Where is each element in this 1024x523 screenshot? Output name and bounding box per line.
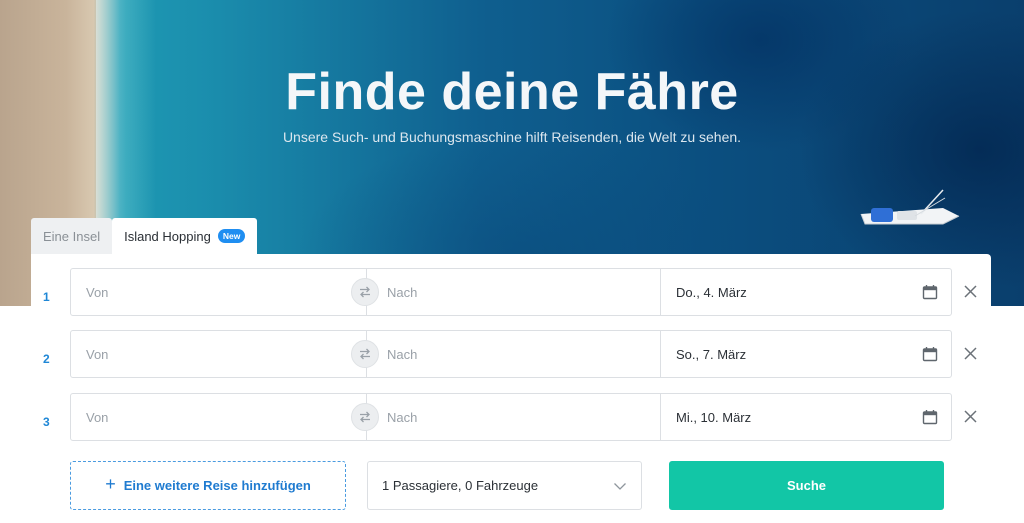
to-field[interactable]: Nach xyxy=(387,331,417,377)
boat-icon xyxy=(860,189,960,225)
field-divider xyxy=(660,331,661,377)
search-button[interactable]: Suche xyxy=(669,461,944,510)
field-divider xyxy=(660,394,661,440)
date-field[interactable]: So., 7. März xyxy=(676,331,746,377)
from-field[interactable]: Von xyxy=(86,394,108,440)
add-trip-button[interactable]: + Eine weitere Reise hinzufügen xyxy=(70,461,346,510)
passengers-value: 1 Passagiere, 0 Fahrzeuge xyxy=(382,478,539,493)
tab-label: Eine Insel xyxy=(43,228,101,244)
to-field[interactable]: Nach xyxy=(387,394,417,440)
search-label: Suche xyxy=(786,478,826,493)
swap-button[interactable] xyxy=(351,403,379,431)
remove-trip-button[interactable] xyxy=(961,407,979,425)
trip-fields: Von Nach Mi., 10. März xyxy=(70,393,952,441)
tab-eine-insel[interactable]: Eine Insel xyxy=(31,218,113,254)
add-trip-label: Eine weitere Reise hinzufügen xyxy=(123,478,311,493)
trip-type-tabs: Eine Insel Island Hopping New xyxy=(31,218,258,254)
from-field[interactable]: Von xyxy=(86,269,108,315)
passengers-select[interactable]: 1 Passagiere, 0 Fahrzeuge xyxy=(367,461,642,510)
trip-index: 1 xyxy=(43,290,50,304)
to-field[interactable]: Nach xyxy=(387,269,417,315)
calendar-icon[interactable] xyxy=(922,284,938,300)
trip-index: 3 xyxy=(43,415,50,429)
calendar-icon[interactable] xyxy=(922,409,938,425)
swap-icon xyxy=(360,286,370,298)
trip-fields: Von Nach So., 7. März xyxy=(70,330,952,378)
swap-button[interactable] xyxy=(351,340,379,368)
trip-index: 2 xyxy=(43,352,50,366)
swap-icon xyxy=(360,348,370,360)
new-badge: New xyxy=(217,229,246,243)
page-title: Finde deine Fähre xyxy=(285,63,739,121)
plus-icon: + xyxy=(105,474,116,494)
date-field[interactable]: Mi., 10. März xyxy=(676,394,751,440)
calendar-icon[interactable] xyxy=(922,346,938,362)
trip-row: 3 Von Nach Mi., 10. März xyxy=(31,393,991,441)
remove-trip-button[interactable] xyxy=(961,282,979,300)
page-subtitle: Unsere Such- und Buchungsmaschine hilft … xyxy=(282,129,742,145)
tab-label: Island Hopping xyxy=(124,228,211,244)
search-panel: 1 Von Nach Do., 4. März 2 Von Nach So., … xyxy=(31,254,991,523)
remove-trip-button[interactable] xyxy=(961,344,979,362)
trip-fields: Von Nach Do., 4. März xyxy=(70,268,952,316)
swap-icon xyxy=(360,411,370,423)
close-icon xyxy=(963,409,977,423)
swap-button[interactable] xyxy=(351,278,379,306)
trip-row: 2 Von Nach So., 7. März xyxy=(31,330,991,378)
date-field[interactable]: Do., 4. März xyxy=(676,269,747,315)
tab-island-hopping[interactable]: Island Hopping New xyxy=(112,218,258,254)
chevron-down-icon xyxy=(614,483,626,490)
field-divider xyxy=(660,269,661,315)
close-icon xyxy=(963,346,977,360)
from-field[interactable]: Von xyxy=(86,331,108,377)
trip-row: 1 Von Nach Do., 4. März xyxy=(31,268,991,316)
close-icon xyxy=(963,284,977,298)
